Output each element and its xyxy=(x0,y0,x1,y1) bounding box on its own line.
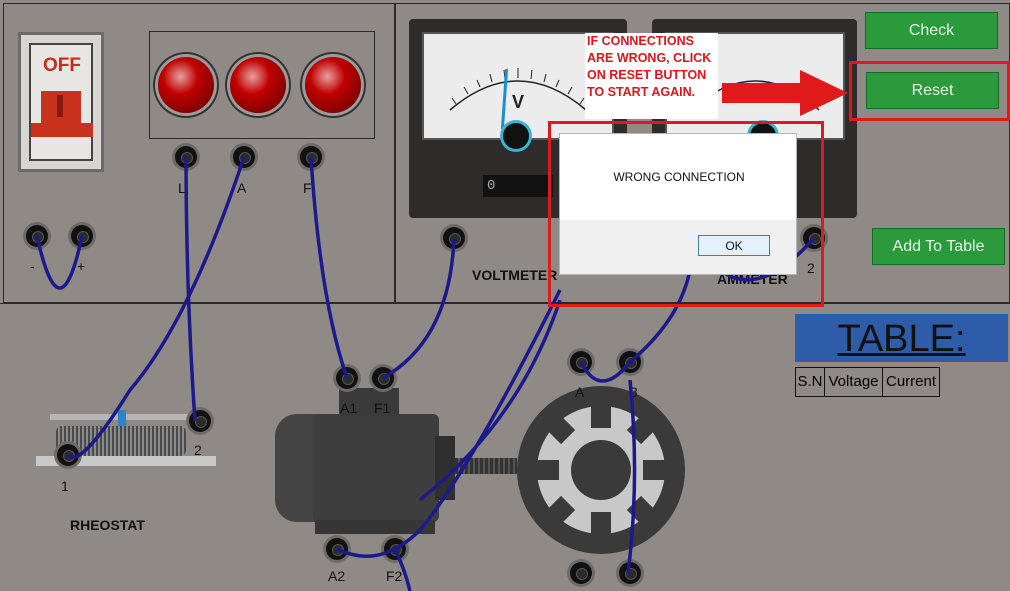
rheostat-terminal-2[interactable] xyxy=(189,410,211,432)
motor-terminal-a1[interactable] xyxy=(336,367,358,389)
motor-terminal-f2[interactable] xyxy=(384,538,406,560)
generator-terminal-3[interactable] xyxy=(619,351,641,373)
switch-label: OFF xyxy=(43,55,81,76)
main-switch[interactable]: OFF xyxy=(18,32,104,172)
check-button[interactable]: Check xyxy=(865,12,998,49)
column-header-current: Current xyxy=(885,373,937,390)
indicator-lamp-3 xyxy=(305,57,361,113)
rheostat-terminal-2-label: 2 xyxy=(194,442,202,458)
generator-terminal-bottom-2[interactable] xyxy=(619,562,641,584)
rheostat-label: RHEOSTAT xyxy=(70,517,145,533)
voltmeter-reading: 0 xyxy=(483,175,553,197)
results-table: S.N Voltage Current xyxy=(795,367,940,397)
terminal-a-label: A xyxy=(237,180,247,196)
table-title: TABLE: xyxy=(795,314,1008,362)
motor-shaft xyxy=(455,458,517,474)
bottom-divider xyxy=(0,303,1010,304)
supply-plus-label: + xyxy=(77,258,86,274)
motor-f1-label: F1 xyxy=(374,400,391,416)
motor-a1-label: A1 xyxy=(340,400,358,416)
column-header-voltage: Voltage xyxy=(825,368,883,396)
instruction-note: IF CONNECTIONS ARE WRONG, CLICK ON RESET… xyxy=(585,33,718,119)
arrow-right-icon xyxy=(722,70,848,116)
generator-terminal-a[interactable] xyxy=(570,351,592,373)
supply-minus-label: - xyxy=(30,258,35,274)
terminal-l-label: L xyxy=(178,180,186,196)
indicator-lamp-2 xyxy=(230,57,286,113)
generator-terminal-bottom-1[interactable] xyxy=(570,562,592,584)
add-to-table-button[interactable]: Add To Table xyxy=(872,228,1005,265)
indicator-lamp-1 xyxy=(158,57,214,113)
svg-text:V: V xyxy=(512,92,524,112)
generator-3-label: 3 xyxy=(630,384,638,400)
dialog-ok-button[interactable]: OK xyxy=(698,235,770,256)
reset-button[interactable]: Reset xyxy=(866,72,999,109)
terminal-f[interactable] xyxy=(300,146,322,168)
rheostat-terminal-1-label: 1 xyxy=(61,478,69,494)
motor-terminal-a2[interactable] xyxy=(326,538,348,560)
voltmeter-terminal[interactable] xyxy=(443,227,465,249)
generator-a-label: A xyxy=(575,384,585,400)
generator xyxy=(517,386,685,554)
terminal-f-label: F xyxy=(303,180,312,196)
rheostat-terminal-1[interactable] xyxy=(57,444,79,466)
supply-terminal-minus[interactable] xyxy=(26,225,48,247)
supply-terminal-plus[interactable] xyxy=(71,225,93,247)
motor-a2-label: A2 xyxy=(328,568,346,584)
terminal-l[interactable] xyxy=(175,146,197,168)
terminal-a[interactable] xyxy=(233,146,255,168)
dc-motor xyxy=(275,388,455,536)
motor-f2-label: F2 xyxy=(386,568,403,584)
alert-dialog: WRONG CONNECTION OK xyxy=(559,133,797,275)
dialog-message: WRONG CONNECTION xyxy=(613,170,745,184)
voltmeter-label: VOLTMETER xyxy=(472,267,558,283)
column-header-sn: S.N xyxy=(796,368,825,396)
voltmeter-knob xyxy=(503,123,529,149)
motor-terminal-f1[interactable] xyxy=(372,367,394,389)
